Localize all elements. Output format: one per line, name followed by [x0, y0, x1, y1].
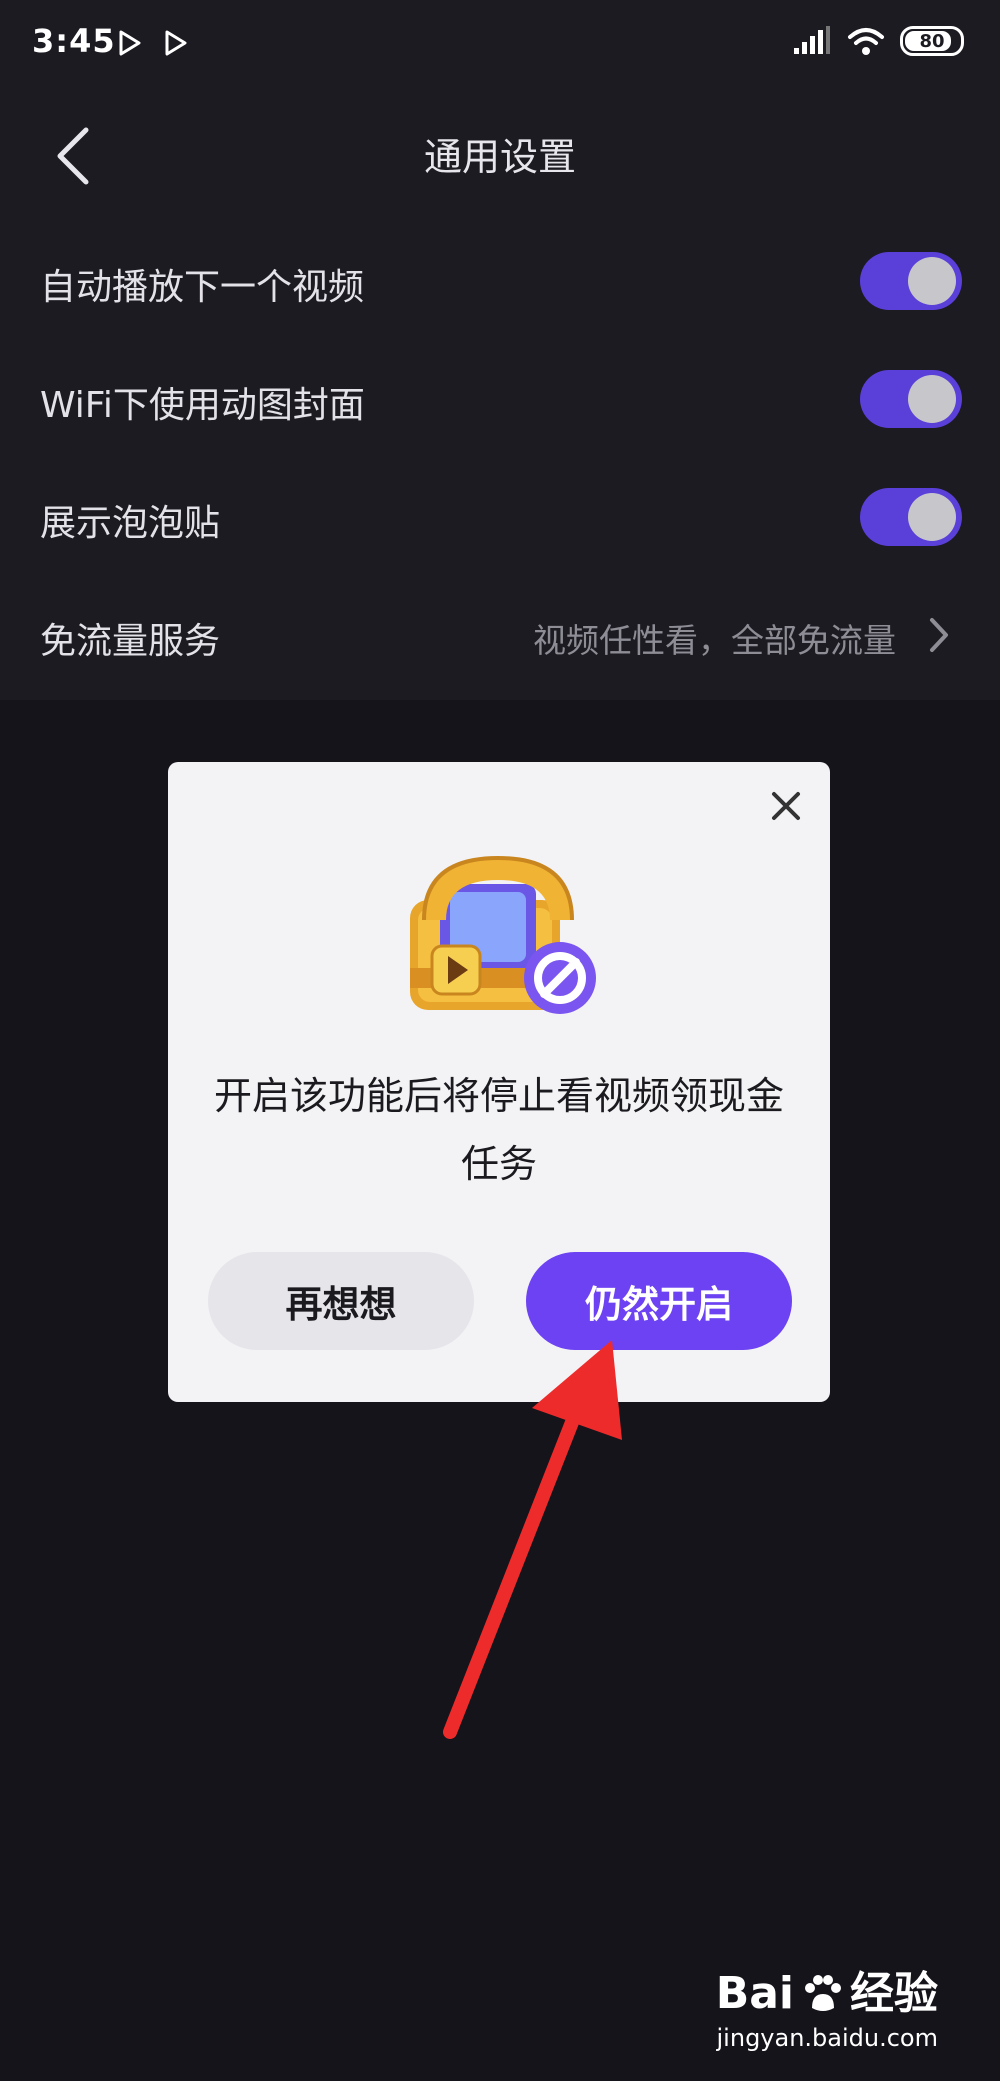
page-title: 通用设置	[423, 135, 576, 179]
watermark-brand: Bai 经验	[716, 1970, 938, 2018]
baidu-watermark: Bai 经验 jingyan.baidu.com	[716, 1970, 938, 2053]
toggle-knob	[908, 493, 956, 541]
autoplay-toggle[interactable]	[860, 252, 962, 310]
setting-label: WiFi下使用动图封面	[40, 385, 365, 426]
status-bar: 3:45 80	[0, 0, 1000, 88]
setting-label: 自动播放下一个视频	[40, 267, 365, 308]
wifi-icon	[848, 28, 884, 55]
toggle-knob	[908, 375, 956, 423]
status-time: 3:45	[32, 22, 116, 60]
paw-icon	[805, 1975, 841, 2011]
play-icon	[165, 30, 187, 56]
toggle-knob	[908, 257, 956, 305]
status-indicators: 80	[792, 26, 964, 56]
play-icon	[119, 30, 141, 56]
signal-icon	[794, 26, 830, 54]
confirm-button[interactable]: 仍然开启	[526, 1252, 792, 1350]
watermark-brand-left: Bai	[715, 1968, 794, 2019]
setting-value: 视频任性看，全部免流量	[533, 621, 896, 660]
close-icon[interactable]	[764, 784, 808, 828]
bubble-sticker-toggle[interactable]	[860, 488, 962, 546]
treasure-chest-icon	[410, 855, 596, 1014]
setting-row-wifi-cover[interactable]: WiFi下使用动图封面	[0, 340, 1000, 458]
watermark-url: jingyan.baidu.com	[716, 2024, 938, 2052]
setting-row-free-data[interactable]: 免流量服务 视频任性看，全部免流量	[0, 576, 1000, 694]
watermark-brand-right: 经验	[850, 1968, 938, 2019]
dialog-message: 开启该功能后将停止看视频领现金任务	[213, 1074, 784, 1186]
chevron-right-icon	[930, 618, 948, 652]
battery-icon: 80	[900, 26, 964, 56]
red-arrow-icon	[443, 1340, 622, 1739]
setting-row-autoplay[interactable]: 自动播放下一个视频	[0, 222, 1000, 340]
setting-label: 展示泡泡贴	[40, 503, 221, 544]
settings-panel: 通用设置 自动播放下一个视频 WiFi下使用动图封面 展示泡泡贴 免流量服务 视…	[0, 88, 1000, 700]
cancel-button[interactable]: 再想想	[208, 1252, 474, 1350]
setting-row-bubble-sticker[interactable]: 展示泡泡贴	[0, 458, 1000, 576]
wifi-cover-toggle[interactable]	[860, 370, 962, 428]
setting-label: 免流量服务	[40, 621, 221, 662]
battery-percent: 80	[919, 30, 945, 52]
confirm-dialog: 开启该功能后将停止看视频领现金任务 再想想 仍然开启	[168, 762, 830, 1402]
